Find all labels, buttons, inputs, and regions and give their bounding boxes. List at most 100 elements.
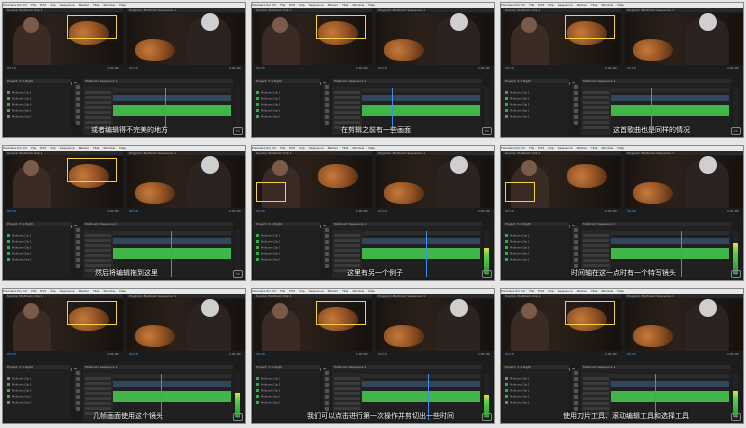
track-header[interactable] <box>334 264 360 267</box>
track-header[interactable] <box>85 239 111 242</box>
menu-item[interactable]: Clip <box>299 146 305 150</box>
source-panel-tab[interactable]: Source: Multicam Clip 1 <box>5 294 123 298</box>
project-item[interactable]: Multicam Seq 2 <box>256 258 318 262</box>
project-item[interactable]: Multicam Seq 1 <box>7 252 69 256</box>
video-clip[interactable] <box>611 238 729 244</box>
track-header[interactable] <box>85 402 111 405</box>
project-item[interactable]: Multicam Clip 3 <box>7 246 69 250</box>
tool-icon[interactable] <box>324 401 329 405</box>
tool-icon[interactable] <box>75 371 80 375</box>
source-panel-tab[interactable]: Source: Multicam Clip 1 <box>254 294 372 298</box>
track-header[interactable] <box>85 244 111 247</box>
tool-icon[interactable] <box>75 252 80 256</box>
video-clip[interactable] <box>611 381 729 387</box>
tool-icon[interactable] <box>75 389 80 393</box>
track-header[interactable] <box>85 91 111 94</box>
track-header[interactable] <box>85 259 111 262</box>
menu-item[interactable]: Help <box>617 289 624 293</box>
tool-icon[interactable] <box>573 97 578 101</box>
menu-item[interactable]: File <box>280 289 285 293</box>
menu-item[interactable]: Sequence <box>309 3 324 7</box>
tool-icon[interactable] <box>75 383 80 387</box>
program-panel-tab[interactable]: Program: Multicam Sequence 1 <box>376 294 494 298</box>
project-item[interactable]: Multicam Seq 1 <box>505 252 567 256</box>
menu-item[interactable]: Marker <box>577 146 587 150</box>
source-monitor[interactable] <box>503 13 621 65</box>
source-monitor[interactable] <box>503 299 621 351</box>
menu-item[interactable]: Title <box>342 3 348 7</box>
video-clip[interactable] <box>113 381 231 387</box>
menu-item[interactable]: File <box>31 3 36 7</box>
source-panel-tab[interactable]: Source: Multicam Clip 1 <box>254 151 372 155</box>
project-item[interactable]: Multicam Clip 2 <box>7 240 69 244</box>
project-item[interactable]: Multicam Clip 1 <box>7 91 69 95</box>
menu-item[interactable]: File <box>529 3 534 7</box>
track-header[interactable] <box>334 116 360 119</box>
track-header[interactable] <box>583 101 609 104</box>
tool-icon[interactable] <box>573 91 578 95</box>
project-item[interactable]: Multicam Seq 1 <box>505 395 567 399</box>
menu-item[interactable]: Premiere Pro CC <box>3 146 27 150</box>
tool-icon[interactable] <box>324 121 329 125</box>
project-item[interactable]: Multicam Seq 1 <box>256 395 318 399</box>
track-header[interactable] <box>583 111 609 114</box>
project-item[interactable]: Multicam Clip 3 <box>505 103 567 107</box>
menu-item[interactable]: Clip <box>548 289 554 293</box>
audio-clip[interactable] <box>611 391 729 402</box>
menu-item[interactable]: Marker <box>577 3 587 7</box>
track-header[interactable] <box>85 111 111 114</box>
track-header[interactable] <box>583 392 609 395</box>
track-header[interactable] <box>583 407 609 410</box>
track-header[interactable] <box>85 387 111 390</box>
track-header[interactable] <box>334 239 360 242</box>
project-item[interactable]: Multicam Clip 3 <box>505 389 567 393</box>
project-item[interactable]: Multicam Seq 1 <box>7 395 69 399</box>
track-header[interactable] <box>583 259 609 262</box>
menu-item[interactable]: Title <box>93 289 99 293</box>
tool-icon[interactable] <box>75 121 80 125</box>
menu-item[interactable]: Edit <box>40 3 46 7</box>
menu-item[interactable]: Edit <box>40 289 46 293</box>
tool-icon[interactable] <box>573 103 578 107</box>
project-item[interactable]: Multicam Clip 1 <box>256 377 318 381</box>
program-monitor[interactable] <box>127 299 245 351</box>
tool-icon[interactable] <box>324 85 329 89</box>
audio-clip[interactable] <box>113 391 231 402</box>
menu-item[interactable]: Help <box>119 3 126 7</box>
menu-item[interactable]: Premiere Pro CC <box>252 289 276 293</box>
menu-item[interactable]: Marker <box>328 146 338 150</box>
track-header[interactable] <box>334 402 360 405</box>
menu-item[interactable]: Sequence <box>558 3 573 7</box>
menu-item[interactable]: Sequence <box>60 289 75 293</box>
track-header[interactable] <box>334 244 360 247</box>
menu-item[interactable]: Marker <box>79 146 89 150</box>
tool-icon[interactable] <box>324 234 329 238</box>
menu-item[interactable]: Help <box>119 146 126 150</box>
menu-item[interactable]: Clip <box>50 3 56 7</box>
menu-item[interactable]: Window <box>601 289 613 293</box>
program-monitor[interactable] <box>376 156 494 208</box>
time-ruler[interactable] <box>362 374 480 378</box>
project-item[interactable]: Multicam Seq 2 <box>7 115 69 119</box>
menu-item[interactable]: Help <box>368 146 375 150</box>
tool-icon[interactable] <box>75 246 80 250</box>
program-panel-tab[interactable]: Program: Multicam Sequence 1 <box>376 8 494 12</box>
project-item[interactable]: Multicam Seq 2 <box>505 401 567 405</box>
menu-item[interactable]: Title <box>591 146 597 150</box>
track-header[interactable] <box>85 382 111 385</box>
project-item[interactable]: Multicam Clip 1 <box>256 91 318 95</box>
tool-icon[interactable] <box>75 240 80 244</box>
tool-icon[interactable] <box>324 240 329 244</box>
menu-item[interactable]: Edit <box>40 146 46 150</box>
menu-item[interactable]: Edit <box>289 289 295 293</box>
menu-item[interactable]: File <box>31 289 36 293</box>
program-monitor[interactable] <box>625 156 743 208</box>
tool-icon[interactable] <box>75 85 80 89</box>
video-clip[interactable] <box>611 95 729 101</box>
track-header[interactable] <box>334 407 360 410</box>
menu-item[interactable]: Edit <box>289 3 295 7</box>
audio-clip[interactable] <box>113 248 231 259</box>
track-header[interactable] <box>583 377 609 380</box>
source-monitor[interactable] <box>254 156 372 208</box>
track-header[interactable] <box>583 239 609 242</box>
